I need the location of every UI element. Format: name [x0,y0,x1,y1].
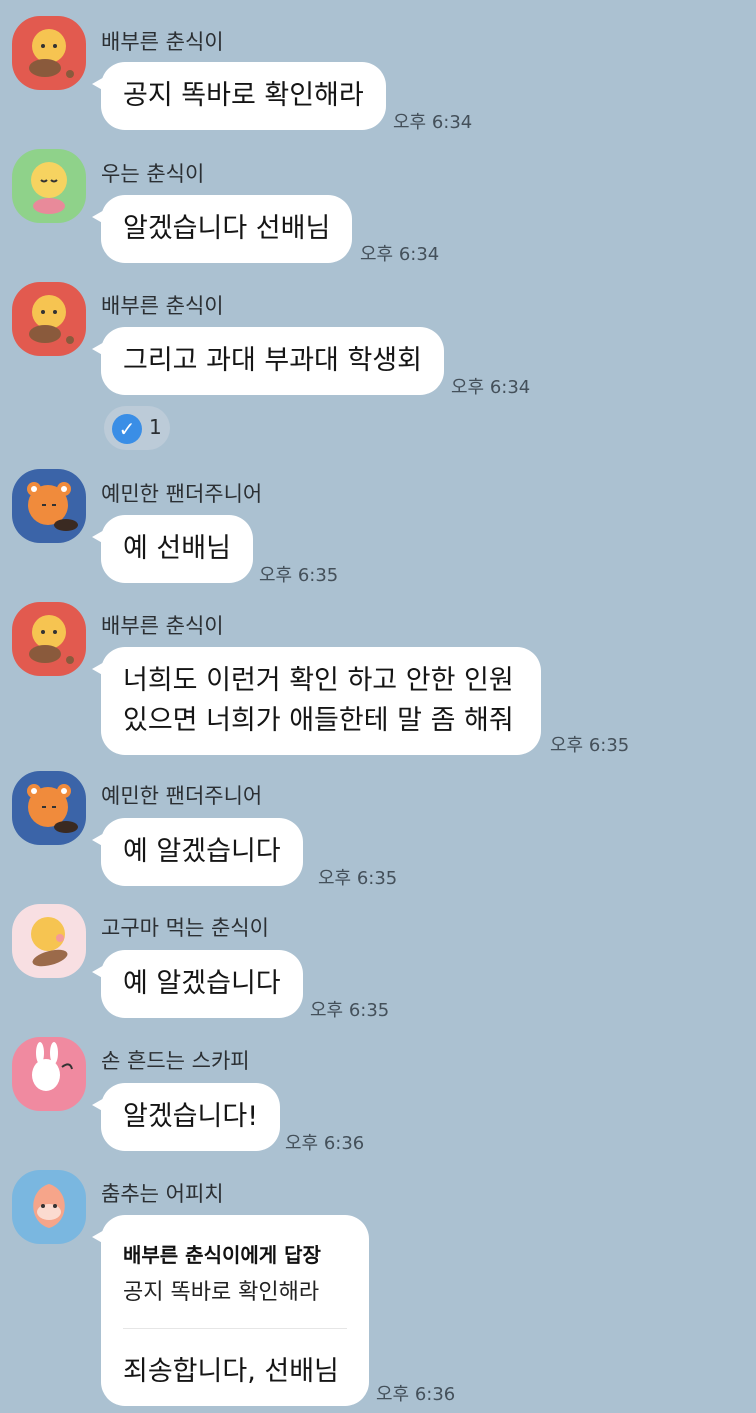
timestamp: 오후 6:35 [310,1000,390,1021]
sender-name: 고구마 먹는 춘식이 [101,916,269,940]
message-bubble[interactable]: 예 알겠습니다 [92,950,303,1018]
message-text: 예 선배님 [123,533,231,564]
message-bubble[interactable]: 너희도 이런거 확인 하고 안한 인원 있으면 너희가 애들한테 말 좀 해줘 [92,647,541,755]
timestamp: 오후 6:35 [318,868,398,889]
sender-name: 예민한 팬더주니어 [101,784,263,808]
sender-name: 손 흔드는 스카피 [101,1049,250,1073]
sweetpotato-choonsik-avatar[interactable] [12,904,86,978]
apeach-avatar[interactable] [12,1170,86,1244]
message-text-line: 너희도 이런거 확인 하고 안한 인원 [123,665,514,696]
sender-name: 배부른 춘식이 [101,614,224,638]
message-bubble[interactable]: 예 선배님 [92,515,253,583]
message-bubble[interactable]: 알겠습니다! [91,1083,281,1151]
sender-name: 춤추는 어피치 [101,1182,224,1206]
crying-choonsik-avatar[interactable] [12,149,86,223]
message-text: 그리고 과대 부과대 학생회 [123,345,422,376]
message-bubble[interactable]: 예 알겠습니다 [92,818,303,886]
full-choonsik-avatar[interactable] [12,16,86,90]
timestamp: 오후 6:36 [285,1133,365,1154]
full-choonsik-avatar[interactable] [12,602,86,676]
scarpy-avatar[interactable] [12,1037,86,1111]
timestamp: 오후 6:34 [360,244,440,265]
message-text: 죄송합니다, 선배님 [123,1356,339,1387]
timestamp: 오후 6:35 [550,735,630,756]
message-bubble[interactable]: 공지 똑바로 확인해라 [92,62,386,130]
panda-junior-avatar[interactable] [12,469,86,543]
reaction-count: 1 [149,415,162,439]
sender-name: 배부른 춘식이 [101,294,224,318]
message-text-line: 있으면 너희가 애들한테 말 좀 해줘 [123,705,514,736]
message-text: 알겠습니다! [123,1101,259,1132]
message-text: 알겠습니다 선배님 [123,213,331,244]
full-choonsik-avatar[interactable] [12,282,86,356]
quoted-message[interactable]: 공지 똑바로 확인해라 [123,1274,347,1306]
timestamp: 오후 6:34 [451,377,531,398]
sender-name: 배부른 춘식이 [101,30,224,54]
reply-divider [123,1328,347,1329]
reaction-badge[interactable]: ✓ 1 [104,406,170,450]
timestamp: 오후 6:34 [393,112,473,133]
check-icon: ✓ [112,414,142,444]
message-text: 예 알겠습니다 [123,836,281,867]
reply-target[interactable]: 배부른 춘식이에게 답장 [123,1239,347,1268]
timestamp: 오후 6:35 [259,565,339,586]
message-text: 공지 똑바로 확인해라 [123,80,364,111]
message-bubble[interactable]: 알겠습니다 선배님 [91,195,353,263]
reply-bubble[interactable]: 배부른 춘식이에게 답장 공지 똑바로 확인해라 죄송합니다, 선배님 [92,1215,369,1406]
message-bubble[interactable]: 그리고 과대 부과대 학생회 [92,327,444,395]
sender-name: 우는 춘식이 [101,162,205,186]
timestamp: 오후 6:36 [376,1384,456,1405]
message-text: 예 알겠습니다 [123,968,281,999]
panda-junior-avatar[interactable] [12,771,86,845]
sender-name: 예민한 팬더주니어 [101,482,263,506]
